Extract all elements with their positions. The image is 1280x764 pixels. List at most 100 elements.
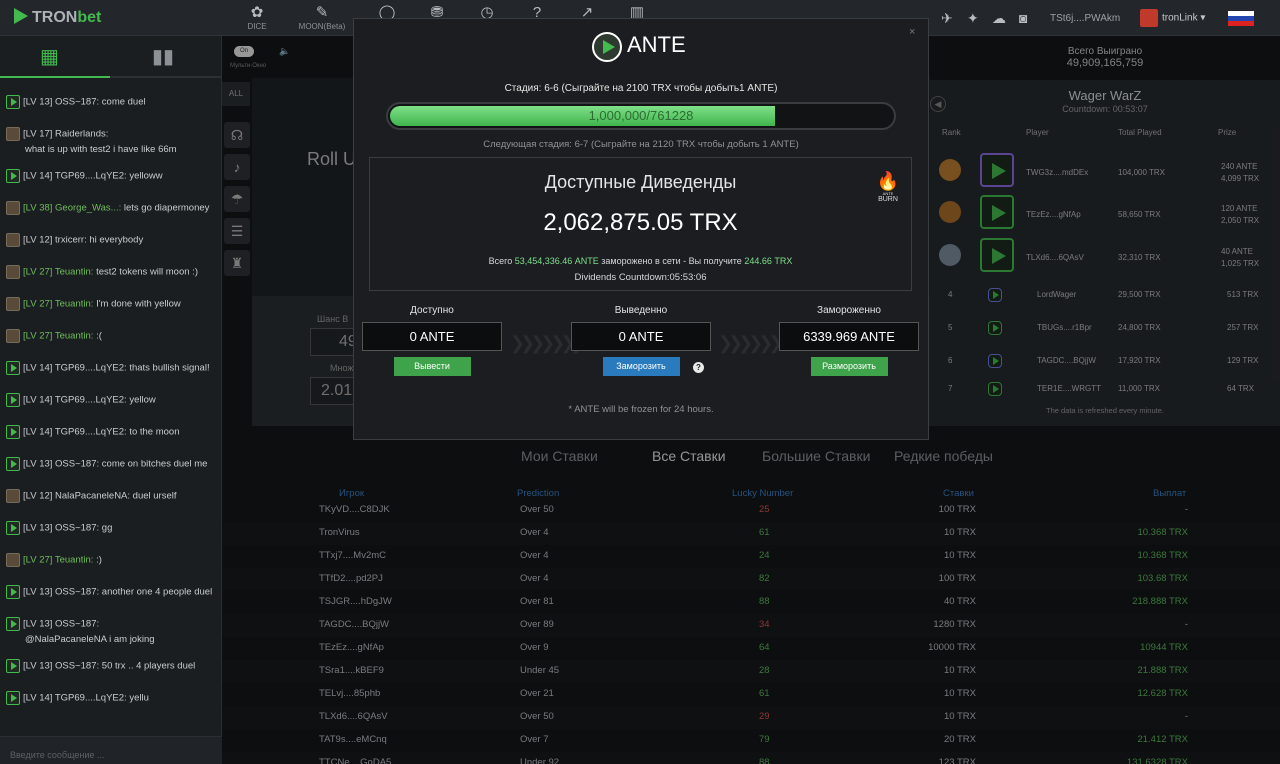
- avatar[interactable]: [6, 659, 20, 673]
- available-label: Доступно: [410, 305, 454, 316]
- chat-username[interactable]: [LV 12] trxicerr:: [23, 235, 87, 246]
- chat-tab-icon[interactable]: ▦: [40, 44, 59, 69]
- withdrawn-label: Выведенно: [614, 305, 668, 316]
- chat-username[interactable]: [LV 14] TGP69....LqYE2:: [23, 693, 127, 704]
- withdrawn-column: Выведенно 0 ANTE Заморозить: [571, 305, 711, 376]
- dice-icon: ✿: [250, 4, 264, 21]
- moon-icon: ✎: [315, 4, 329, 21]
- avatar[interactable]: [6, 457, 20, 471]
- avatar[interactable]: [6, 201, 20, 215]
- chat-message: [LV 14] TGP69....LqYE2: thats bullish si…: [0, 358, 222, 390]
- nav-item-2[interactable]: ✎ MOON(Beta): [282, 0, 362, 36]
- chat-username[interactable]: [LV 14] TGP69....LqYE2:: [23, 427, 127, 438]
- chat-username[interactable]: [LV 13] OSS~187:: [23, 587, 99, 598]
- chat-username[interactable]: [LV 13] OSS~187:: [23, 523, 99, 534]
- avatar[interactable]: [6, 169, 20, 183]
- avatar[interactable]: [6, 95, 20, 109]
- chat-username[interactable]: [LV 13] OSS~187:: [23, 459, 99, 470]
- avatar[interactable]: [6, 617, 20, 631]
- chat-username[interactable]: [LV 27] Teuantin:: [23, 267, 93, 278]
- chat-text: lets go diapermoney: [121, 202, 210, 214]
- active-tab-indicator: [0, 76, 110, 78]
- chat-username[interactable]: [LV 38] George_Was...:: [23, 203, 121, 214]
- chat-message: [LV 13] OSS~187: 50 trx .. 4 players due…: [0, 656, 222, 688]
- frozen-value: 6339.969 ANTE: [779, 322, 919, 351]
- chat-text: 50 trx .. 4 players duel: [99, 660, 196, 672]
- freeze-button[interactable]: Заморозить: [602, 357, 680, 376]
- chat-username[interactable]: [LV 17] Raiderlands:: [23, 129, 108, 140]
- wallet-address[interactable]: TSt6j....PWAkm: [1050, 13, 1120, 24]
- avatar[interactable]: [6, 691, 20, 705]
- chat-text: :): [93, 554, 102, 566]
- discord-icon[interactable]: ◙: [1019, 10, 1027, 26]
- telegram-icon[interactable]: ✈: [941, 10, 953, 27]
- avatar[interactable]: [6, 393, 20, 407]
- avatar[interactable]: [6, 553, 20, 567]
- arrow-divider-icon: ❯❯❯❯❯❯❯: [510, 333, 586, 353]
- chat-message: [LV 27] Teuantin: test2 tokens will moon…: [0, 262, 222, 294]
- withdraw-button[interactable]: Вывести: [393, 357, 471, 376]
- available-value: 0 ANTE: [362, 322, 502, 351]
- avatar[interactable]: [6, 127, 20, 141]
- avatar[interactable]: [6, 489, 20, 503]
- progress-text: 1,000,000/761228: [588, 108, 694, 123]
- chat-username[interactable]: [LV 12] NalaPacaneleNA:: [23, 491, 130, 502]
- chat-username[interactable]: [LV 14] TGP69....LqYE2:: [23, 363, 127, 374]
- avatar[interactable]: [6, 329, 20, 343]
- chat-text: duel urself: [130, 490, 177, 502]
- help-icon[interactable]: ?: [693, 362, 704, 373]
- burn-label: BURN: [878, 196, 898, 203]
- nav-item-label: MOON(Beta): [298, 22, 346, 31]
- chat-text: yelloww: [126, 170, 163, 182]
- chat-username[interactable]: [LV 27] Teuantin:: [23, 331, 93, 342]
- chat-text: :(: [93, 330, 102, 342]
- chat-text: yellow: [126, 394, 156, 406]
- frozen-column: Замороженно 6339.969 ANTE Разморозить: [779, 305, 919, 376]
- chat-username[interactable]: [LV 13] OSS~187:: [23, 619, 99, 630]
- chat-message: [LV 13] OSS~187: come on bitches duel me: [0, 454, 222, 486]
- avatar[interactable]: [6, 521, 20, 535]
- chat-username[interactable]: [LV 14] TGP69....LqYE2:: [23, 171, 127, 182]
- nav-item-1[interactable]: ✿ DICE: [232, 0, 282, 36]
- avatar[interactable]: [6, 297, 20, 311]
- avatar[interactable]: [6, 233, 20, 247]
- logo[interactable]: TRONbet: [14, 8, 101, 27]
- chat-message: [LV 13] OSS~187: @NalaPacaneleNA i am jok…: [0, 614, 222, 656]
- language-flag-icon[interactable]: [1228, 11, 1254, 26]
- dividends-title: Доступные Диведенды: [544, 172, 737, 192]
- chat-username[interactable]: [LV 13] OSS~187:: [23, 661, 99, 672]
- leaderboard-tab-icon[interactable]: ▮▮: [152, 44, 174, 69]
- chat-text: thats bullish signal!: [126, 362, 210, 374]
- twitter-icon[interactable]: ✦: [967, 10, 979, 27]
- unfreeze-button[interactable]: Разморозить: [810, 357, 888, 376]
- wechat-icon[interactable]: ☁: [992, 10, 1006, 27]
- avatar[interactable]: [6, 585, 20, 599]
- stage-text: Стадия: 6-6 (Сыграйте на 2100 TRX чтобы …: [504, 83, 778, 94]
- chat-message: [LV 27] Teuantin: :(: [0, 326, 222, 358]
- arrow-divider-icon: ❯❯❯❯❯❯: [718, 333, 783, 353]
- chat-text: @NalaPacaneleNA i am joking: [25, 634, 155, 645]
- chat-username[interactable]: [LV 27] Teuantin:: [23, 299, 93, 310]
- chat-message: [LV 12] NalaPacaneleNA: duel urself: [0, 486, 222, 518]
- chat-username[interactable]: [LV 27] Teuantin:: [23, 555, 93, 566]
- close-icon[interactable]: ×: [909, 26, 915, 38]
- chat-username[interactable]: [LV 13] OSS~187:: [23, 97, 99, 108]
- chat-message: [LV 13] OSS~187: come duel: [0, 92, 222, 124]
- chat-text: what is up with test2 i have like 66m: [25, 144, 177, 155]
- chat-message: [LV 14] TGP69....LqYE2: yelloww: [0, 166, 222, 198]
- tronlink-menu[interactable]: tronLink ▾: [1140, 9, 1205, 27]
- avatar[interactable]: [6, 361, 20, 375]
- burn-button[interactable]: 🔥 ANTE BURN: [876, 171, 900, 203]
- chat-message: [LV 27] Teuantin: :): [0, 550, 222, 582]
- chat-text: come duel: [99, 96, 146, 108]
- chat-text: to the moon: [126, 426, 180, 438]
- dividends-amount: 2,062,875.05 TRX: [543, 209, 738, 236]
- chat-message: [LV 14] TGP69....LqYE2: to the moon: [0, 422, 222, 454]
- chat-message: [LV 17] Raiderlands: what is up with test…: [0, 124, 222, 166]
- chat-username[interactable]: [LV 14] TGP69....LqYE2:: [23, 395, 127, 406]
- avatar[interactable]: [6, 425, 20, 439]
- chat-input[interactable]: Введите сообщение ...: [0, 736, 222, 764]
- avatar[interactable]: [6, 265, 20, 279]
- chat-messages[interactable]: [LV 13] OSS~187: come duel [LV 17] Raider…: [0, 92, 222, 732]
- chat-message: [LV 13] OSS~187: gg: [0, 518, 222, 550]
